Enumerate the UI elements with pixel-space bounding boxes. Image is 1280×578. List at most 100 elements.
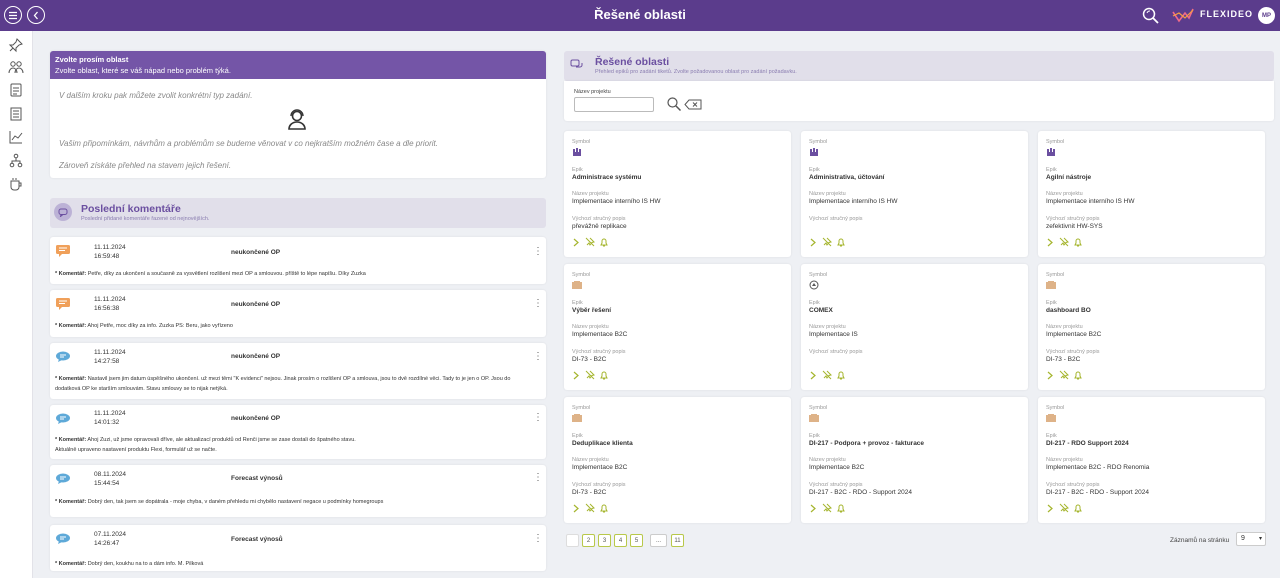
pager-prev[interactable]	[566, 534, 579, 547]
symbol-label: Symbol	[809, 272, 828, 278]
comment-date: 11.11.2024	[94, 349, 126, 356]
desc-value: DI-73 - B2C	[572, 356, 607, 363]
area-card[interactable]: Symbol Epik Administrace systému Název p…	[564, 131, 791, 257]
area-card[interactable]: Symbol Epik COMEX Název projektu Impleme…	[801, 264, 1028, 390]
area-card[interactable]: Symbol Epik Deduplikace klienta Název pr…	[564, 397, 791, 523]
people-icon[interactable]	[8, 59, 24, 75]
chevron-right-icon[interactable]	[572, 238, 580, 247]
clear-filter-icon[interactable]	[684, 99, 702, 110]
chevron-right-icon[interactable]	[809, 371, 817, 380]
unpin-icon[interactable]	[1059, 503, 1069, 513]
avatar[interactable]: MP	[1257, 6, 1276, 25]
bell-icon[interactable]	[599, 503, 609, 513]
per-page-value: 9	[1241, 535, 1245, 542]
chat-bubble-orange-icon	[56, 245, 70, 257]
unpin-icon[interactable]	[822, 370, 832, 380]
chevron-right-icon[interactable]	[572, 371, 580, 380]
desc-label: Výchozí stručný popis	[1046, 482, 1100, 488]
crown-icon	[809, 147, 819, 159]
pager-page[interactable]: 4	[614, 534, 627, 547]
comment-text: * Komentář: Nastavil jsem jim datum úspě…	[55, 376, 510, 382]
chevron-right-icon[interactable]	[809, 504, 817, 513]
comments-header: Poslední komentáře Poslední přidané kome…	[50, 198, 546, 228]
bell-icon[interactable]	[1073, 370, 1083, 380]
document-icon[interactable]	[8, 82, 24, 98]
chevron-right-icon[interactable]	[1046, 371, 1054, 380]
search-icon[interactable]	[1141, 6, 1161, 26]
pager-page[interactable]: 2	[582, 534, 595, 547]
unpin-icon[interactable]	[1059, 237, 1069, 247]
intro-subtitle: Zvolte oblast, které se váš nápad nebo p…	[55, 66, 231, 75]
bars-icon	[1046, 280, 1056, 292]
more-icon[interactable]: ⋮	[533, 351, 543, 362]
unpin-icon[interactable]	[585, 503, 595, 513]
unpin-icon[interactable]	[1059, 370, 1069, 380]
comment-item[interactable]: 11.11.2024 14:01:32 neukončené OP ⋮ * Ko…	[50, 405, 546, 459]
comment-subject: neukončené OP	[231, 415, 281, 422]
project-name: Implementace interního IS HW	[809, 198, 898, 205]
comment-label: * Komentář:	[55, 561, 87, 567]
bell-icon[interactable]	[1073, 237, 1083, 247]
area-card[interactable]: Symbol Epik Výběr řešení Název projektu …	[564, 264, 791, 390]
project-search-input[interactable]	[574, 97, 654, 112]
bell-icon[interactable]	[836, 503, 846, 513]
bell-icon[interactable]	[1073, 503, 1083, 513]
comment-text: * Komentář: Dobrý den, koukhu na to a dá…	[55, 561, 203, 567]
desc-value: DI-217 - B2C - RDO - Support 2024	[809, 489, 912, 496]
area-card[interactable]: Symbol Epik DI-217 - RDO Support 2024 Ná…	[1038, 397, 1265, 523]
unpin-icon[interactable]	[585, 370, 595, 380]
intro-line-3: Zároveň získáte přehled na stavem jejich…	[59, 161, 232, 170]
comment-label: * Komentář:	[55, 437, 87, 443]
chevron-right-icon[interactable]	[1046, 504, 1054, 513]
unpin-icon[interactable]	[822, 503, 832, 513]
project-label: Název projektu	[572, 324, 609, 330]
area-card[interactable]: Symbol Epik dashboard BO Název projektu …	[1038, 264, 1265, 390]
unpin-icon[interactable]	[822, 237, 832, 247]
epic-label: Epik	[572, 433, 583, 439]
more-icon[interactable]: ⋮	[533, 533, 543, 544]
more-icon[interactable]: ⋮	[533, 246, 543, 257]
comment-time: 15:44:54	[94, 480, 120, 487]
unpin-icon[interactable]	[585, 237, 595, 247]
comment-item[interactable]: 11.11.2024 16:56:38 neukončené OP ⋮ * Ko…	[50, 290, 546, 337]
pager-page[interactable]: 11	[671, 534, 684, 547]
coffee-icon[interactable]	[8, 176, 24, 192]
comment-subject: neukončené OP	[231, 249, 281, 256]
brand-name: FLEXIDEO	[1200, 9, 1254, 19]
area-card[interactable]: Symbol Epik Administrativa, účtování Náz…	[801, 131, 1028, 257]
area-card[interactable]: Symbol Epik DI-217 - Podpora + provoz - …	[801, 397, 1028, 523]
chart-icon[interactable]	[8, 129, 24, 145]
per-page-select[interactable]: 9 ▾	[1236, 532, 1266, 546]
epic-name: Administrativa, účtování	[809, 174, 885, 181]
desc-value: DI-217 - B2C - RDO - Support 2024	[1046, 489, 1149, 496]
desc-value: DI-73 - B2C	[572, 489, 607, 496]
bell-icon[interactable]	[836, 237, 846, 247]
comment-time: 14:26:47	[94, 540, 120, 547]
more-icon[interactable]: ⋮	[533, 412, 543, 423]
more-icon[interactable]: ⋮	[533, 298, 543, 309]
symbol-label: Symbol	[572, 405, 591, 411]
comment-item[interactable]: 11.11.2024 16:59:48 neukončené OP ⋮ * Ko…	[50, 237, 546, 284]
pager-page[interactable]: 5	[630, 534, 643, 547]
list-icon[interactable]	[8, 106, 24, 122]
search-icon[interactable]	[666, 96, 682, 112]
comment-item[interactable]: 07.11.2024 14:26:47 Forecast výnosů ⋮ * …	[50, 525, 546, 571]
comment-item[interactable]: 08.11.2024 15:44:54 Forecast výnosů ⋮ * …	[50, 465, 546, 517]
pager-page[interactable]: 3	[598, 534, 611, 547]
areas-subtitle: Přehled epiků pro zadání tiketů. Zvolte …	[595, 69, 797, 75]
bell-icon[interactable]	[599, 237, 609, 247]
pin-icon[interactable]	[8, 37, 24, 53]
project-name: Implementace B2C	[809, 464, 865, 471]
area-card[interactable]: Symbol Epik Agilní nástroje Název projek…	[1038, 131, 1265, 257]
chevron-right-icon[interactable]	[809, 238, 817, 247]
epic-name: COMEX	[809, 307, 833, 314]
bell-icon[interactable]	[836, 370, 846, 380]
more-icon[interactable]: ⋮	[533, 472, 543, 483]
bell-icon[interactable]	[599, 370, 609, 380]
chevron-right-icon[interactable]	[572, 504, 580, 513]
hierarchy-icon[interactable]	[8, 153, 24, 169]
epic-name: DI-217 - Podpora + provoz - fakturace	[809, 440, 925, 447]
search-panel: Název projektu	[564, 81, 1274, 121]
comment-item[interactable]: 11.11.2024 14:27:58 neukončené OP ⋮ * Ko…	[50, 343, 546, 399]
chevron-right-icon[interactable]	[1046, 238, 1054, 247]
